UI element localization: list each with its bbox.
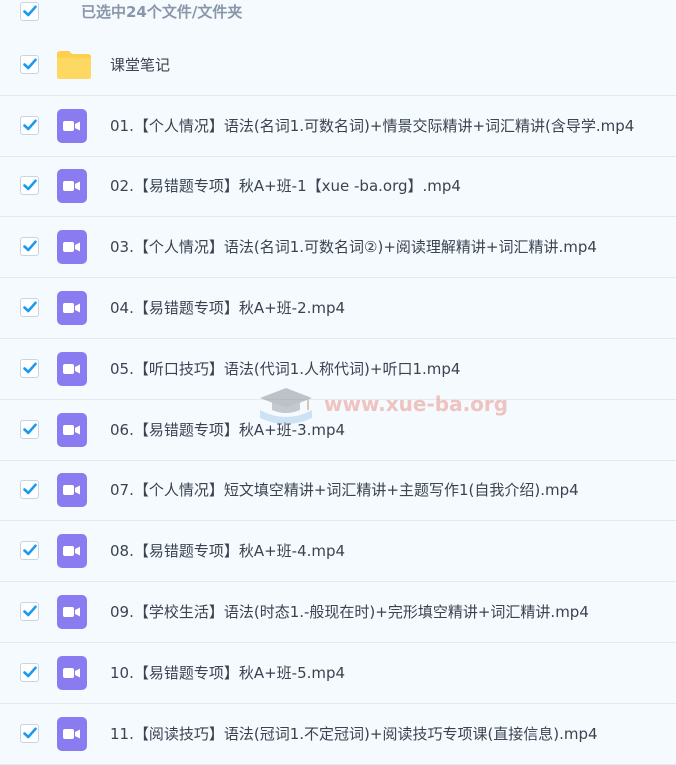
- checkmark-icon: [23, 119, 37, 130]
- item-checkbox[interactable]: [20, 723, 39, 743]
- folder-icon: [56, 50, 92, 80]
- list-item[interactable]: 03.【个人情况】语法(名词1.可数名词②)+阅读理解精讲+词汇精讲.mp4: [0, 217, 676, 279]
- item-checkbox[interactable]: [20, 541, 39, 561]
- checkmark-icon: [23, 58, 37, 70]
- item-checkbox[interactable]: [20, 298, 39, 318]
- list-item[interactable]: 06.【易错题专项】秋A+班-3.mp4: [0, 399, 676, 461]
- video-file-icon: [57, 655, 87, 690]
- checkmark-icon: [23, 544, 37, 556]
- list-item[interactable]: 01.【个人情况】语法(名词1.可数名词)+情景交际精讲+词汇精讲(含导学.mp…: [0, 95, 676, 157]
- file-name[interactable]: 09.【学校生活】语法(时态1.-般现在时)+完形填空精讲+词汇精讲.mp4: [110, 602, 589, 622]
- file-list: 课堂笔记 01.【个人情况】语法(名词1.可数名词)+情景交际精讲+词汇精讲(含…: [0, 35, 676, 765]
- item-checkbox[interactable]: [20, 662, 39, 682]
- checkmark-icon: [23, 5, 37, 17]
- item-checkbox[interactable]: [20, 419, 39, 439]
- video-file-icon: [57, 351, 87, 386]
- file-name[interactable]: 07.【个人情况】短文填空精讲+词汇精讲+主题写作1(自我介绍).mp4: [110, 480, 579, 500]
- video-file-icon: [57, 534, 87, 569]
- item-checkbox[interactable]: [20, 115, 39, 135]
- file-name[interactable]: 课堂笔记: [110, 55, 170, 75]
- list-item[interactable]: 11.【阅读技巧】语法(冠词1.不定冠词)+阅读技巧专项课(直接信息).mp4: [0, 703, 676, 765]
- item-checkbox[interactable]: [20, 602, 39, 622]
- item-checkbox[interactable]: [20, 176, 39, 196]
- video-file-icon: [57, 230, 87, 265]
- list-item[interactable]: 07.【个人情况】短文填空精讲+词汇精讲+主题写作1(自我介绍).mp4: [0, 460, 676, 522]
- file-name[interactable]: 08.【易错题专项】秋A+班-4.mp4: [110, 541, 345, 561]
- file-name[interactable]: 11.【阅读技巧】语法(冠词1.不定冠词)+阅读技巧专项课(直接信息).mp4: [110, 724, 598, 744]
- checkmark-icon: [23, 605, 37, 617]
- list-item[interactable]: 08.【易错题专项】秋A+班-4.mp4: [0, 521, 676, 583]
- file-name[interactable]: 04.【易错题专项】秋A+班-2.mp4: [110, 298, 345, 318]
- video-file-icon: [57, 169, 87, 204]
- checkmark-icon: [23, 240, 37, 252]
- list-item[interactable]: 02.【易错题专项】秋A+班-1【xue -ba.org】.mp4: [0, 156, 676, 218]
- select-all-checkbox[interactable]: [20, 2, 39, 21]
- video-file-icon: [57, 108, 87, 143]
- checkmark-icon: [23, 666, 37, 678]
- video-file-icon: [57, 716, 87, 751]
- file-name[interactable]: 10.【易错题专项】秋A+班-5.mp4: [110, 663, 345, 683]
- list-item[interactable]: 10.【易错题专项】秋A+班-5.mp4: [0, 642, 676, 704]
- list-item[interactable]: 09.【学校生活】语法(时态1.-般现在时)+完形填空精讲+词汇精讲.mp4: [0, 582, 676, 643]
- checkmark-icon: [23, 727, 37, 738]
- checkmark-icon: [23, 362, 37, 374]
- file-name[interactable]: 01.【个人情况】语法(名词1.可数名词)+情景交际精讲+词汇精讲(含导学.mp…: [110, 116, 634, 136]
- file-name[interactable]: 05.【听口技巧】语法(代词1.人称代词)+听口1.mp4: [110, 359, 460, 379]
- selection-count-text: 已选中24个文件/文件夹: [81, 3, 243, 21]
- item-checkbox[interactable]: [20, 54, 39, 74]
- file-name[interactable]: 06.【易错题专项】秋A+班-3.mp4: [110, 420, 345, 440]
- item-checkbox[interactable]: [20, 237, 39, 257]
- list-item[interactable]: 04.【易错题专项】秋A+班-2.mp4: [0, 278, 676, 339]
- video-file-icon: [57, 291, 87, 326]
- list-item[interactable]: 课堂笔记: [0, 35, 676, 96]
- checkmark-icon: [23, 301, 37, 313]
- file-name[interactable]: 03.【个人情况】语法(名词1.可数名词②)+阅读理解精讲+词汇精讲.mp4: [110, 237, 597, 257]
- video-file-icon: [57, 473, 87, 508]
- video-file-icon: [57, 412, 87, 447]
- item-checkbox[interactable]: [20, 480, 39, 500]
- video-file-icon: [57, 595, 87, 630]
- list-item[interactable]: 05.【听口技巧】语法(代词1.人称代词)+听口1.mp4: [0, 338, 676, 400]
- checkmark-icon: [23, 423, 37, 434]
- checkmark-icon: [23, 179, 37, 191]
- item-checkbox[interactable]: [20, 358, 39, 378]
- file-name[interactable]: 02.【易错题专项】秋A+班-1【xue -ba.org】.mp4: [110, 176, 461, 196]
- selection-header: 已选中24个文件/文件夹: [0, 0, 676, 34]
- checkmark-icon: [23, 483, 37, 495]
